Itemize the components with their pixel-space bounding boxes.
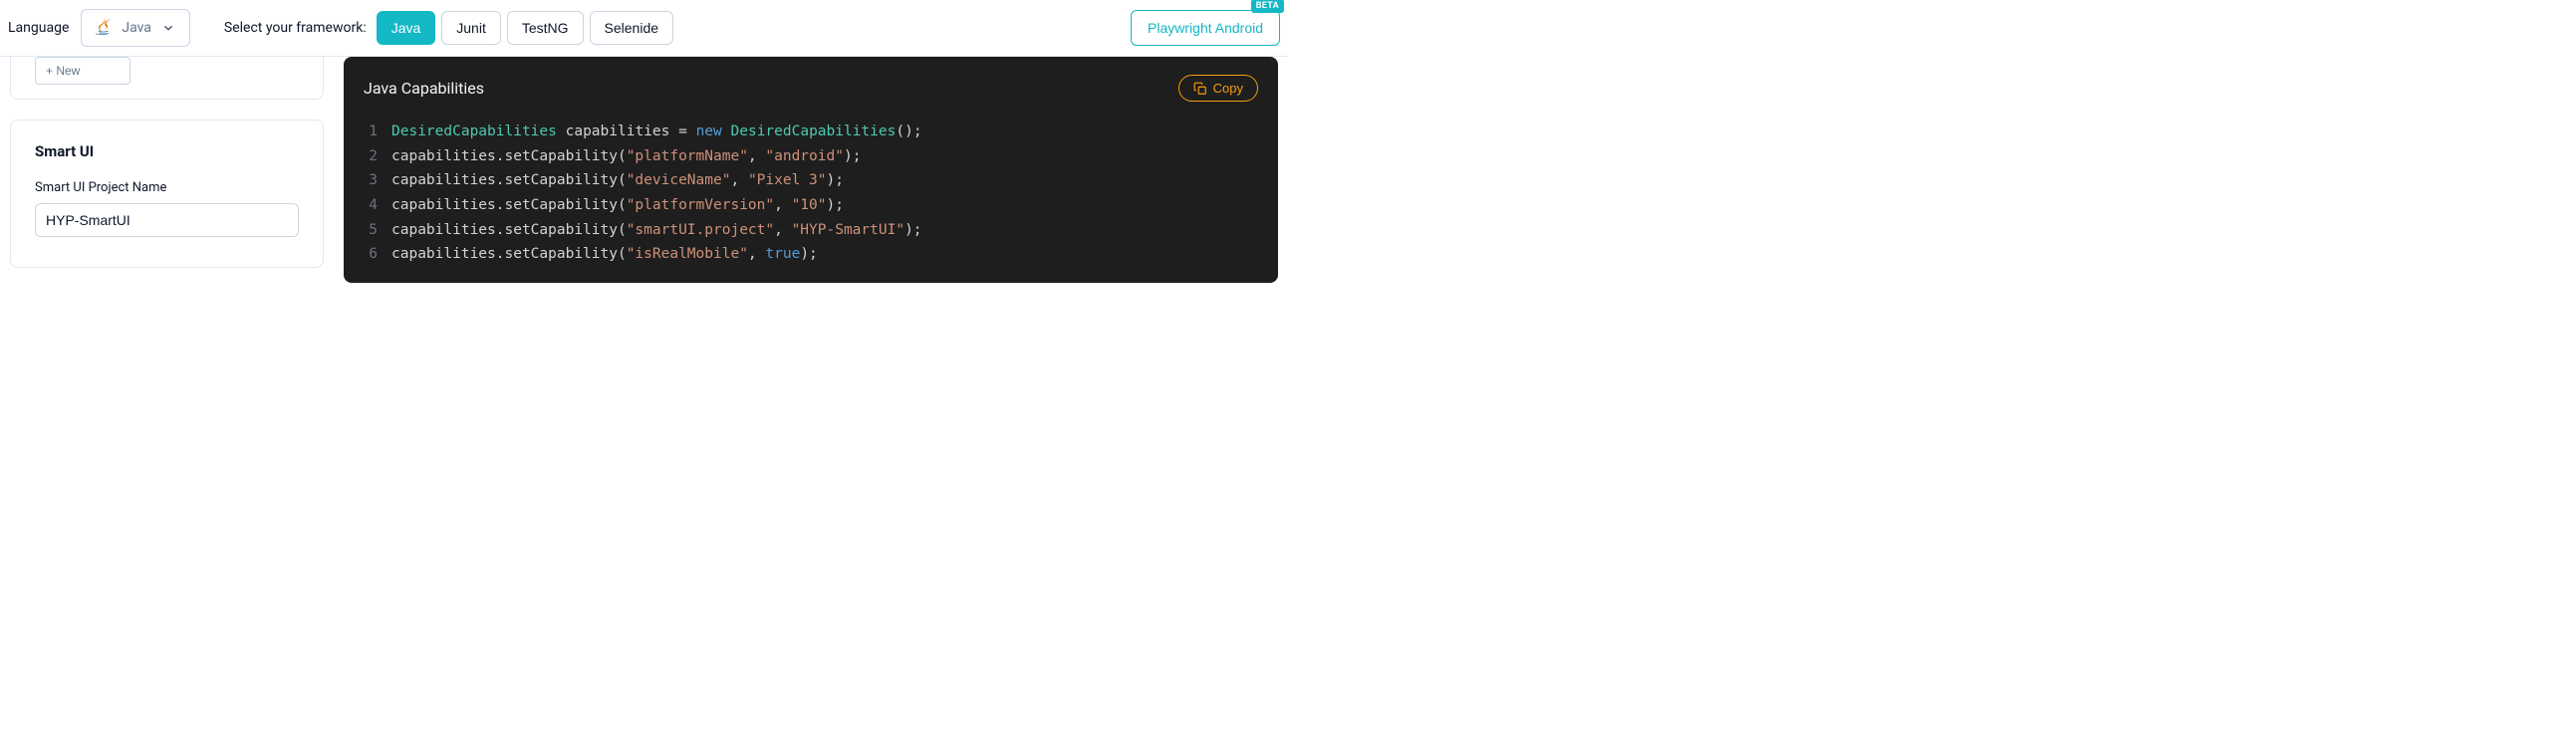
framework-tabs: JavaJunitTestNGSelenide [377, 11, 673, 45]
chevron-down-icon [161, 21, 175, 35]
project-name-label: Smart UI Project Name [35, 180, 299, 195]
code-title: Java Capabilities [364, 79, 484, 98]
framework-tab-selenide[interactable]: Selenide [590, 11, 674, 45]
code-header: Java Capabilities Copy [344, 57, 1278, 114]
left-column: + New Smart UI Smart UI Project Name [10, 57, 324, 268]
line-number: 1 [358, 120, 378, 144]
language-label: Language [8, 20, 69, 36]
playwright-android-button[interactable]: Playwright Android [1131, 10, 1280, 46]
framework-tab-java[interactable]: Java [377, 11, 436, 45]
framework-tab-testng[interactable]: TestNG [507, 11, 584, 45]
copy-label: Copy [1213, 81, 1243, 96]
line-number: 3 [358, 168, 378, 193]
copy-button[interactable]: Copy [1178, 75, 1258, 102]
top-partial-card: + New [10, 57, 324, 100]
new-button[interactable]: + New [35, 57, 130, 85]
code-content: DesiredCapabilities capabilities = new D… [391, 120, 922, 144]
language-dropdown[interactable]: Java [81, 9, 190, 47]
framework-label: Select your framework: [224, 20, 367, 36]
code-line: 4 capabilities.setCapability("platformVer… [358, 193, 1258, 218]
code-line: 6 capabilities.setCapability("isRealMobil… [358, 242, 1258, 267]
code-line: 2 capabilities.setCapability("platformNam… [358, 144, 1258, 169]
project-name-input[interactable] [35, 203, 299, 237]
code-content: capabilities.setCapability("platformName… [391, 144, 861, 169]
beta-badge: BETA [1251, 0, 1284, 13]
line-number: 5 [358, 218, 378, 243]
code-line: 3 capabilities.setCapability("deviceName"… [358, 168, 1258, 193]
copy-icon [1193, 82, 1207, 96]
line-number: 2 [358, 144, 378, 169]
smart-ui-title: Smart UI [35, 142, 299, 160]
code-line: 1 DesiredCapabilities capabilities = new … [358, 120, 1258, 144]
code-panel: Java Capabilities Copy 1 DesiredCapabilit… [344, 57, 1278, 283]
main-content: + New Smart UI Smart UI Project Name Jav… [0, 57, 1288, 283]
code-content: capabilities.setCapability("smartUI.proj… [391, 218, 922, 243]
right-column: Java Capabilities Copy 1 DesiredCapabilit… [344, 57, 1278, 283]
line-number: 6 [358, 242, 378, 267]
code-body: 1 DesiredCapabilities capabilities = new … [344, 114, 1278, 267]
code-content: capabilities.setCapability("platformVers… [391, 193, 844, 218]
line-number: 4 [358, 193, 378, 218]
code-line: 5 capabilities.setCapability("smartUI.pro… [358, 218, 1258, 243]
selected-language-label: Java [122, 20, 151, 36]
playwright-button-wrap: BETA Playwright Android [1131, 10, 1280, 46]
smart-ui-card: Smart UI Smart UI Project Name [10, 120, 324, 268]
code-content: capabilities.setCapability("deviceName",… [391, 168, 844, 193]
java-icon [96, 18, 112, 38]
code-content: capabilities.setCapability("isRealMobile… [391, 242, 818, 267]
top-bar: Language Java Select your framework: Jav… [0, 0, 1288, 57]
framework-tab-junit[interactable]: Junit [441, 11, 501, 45]
